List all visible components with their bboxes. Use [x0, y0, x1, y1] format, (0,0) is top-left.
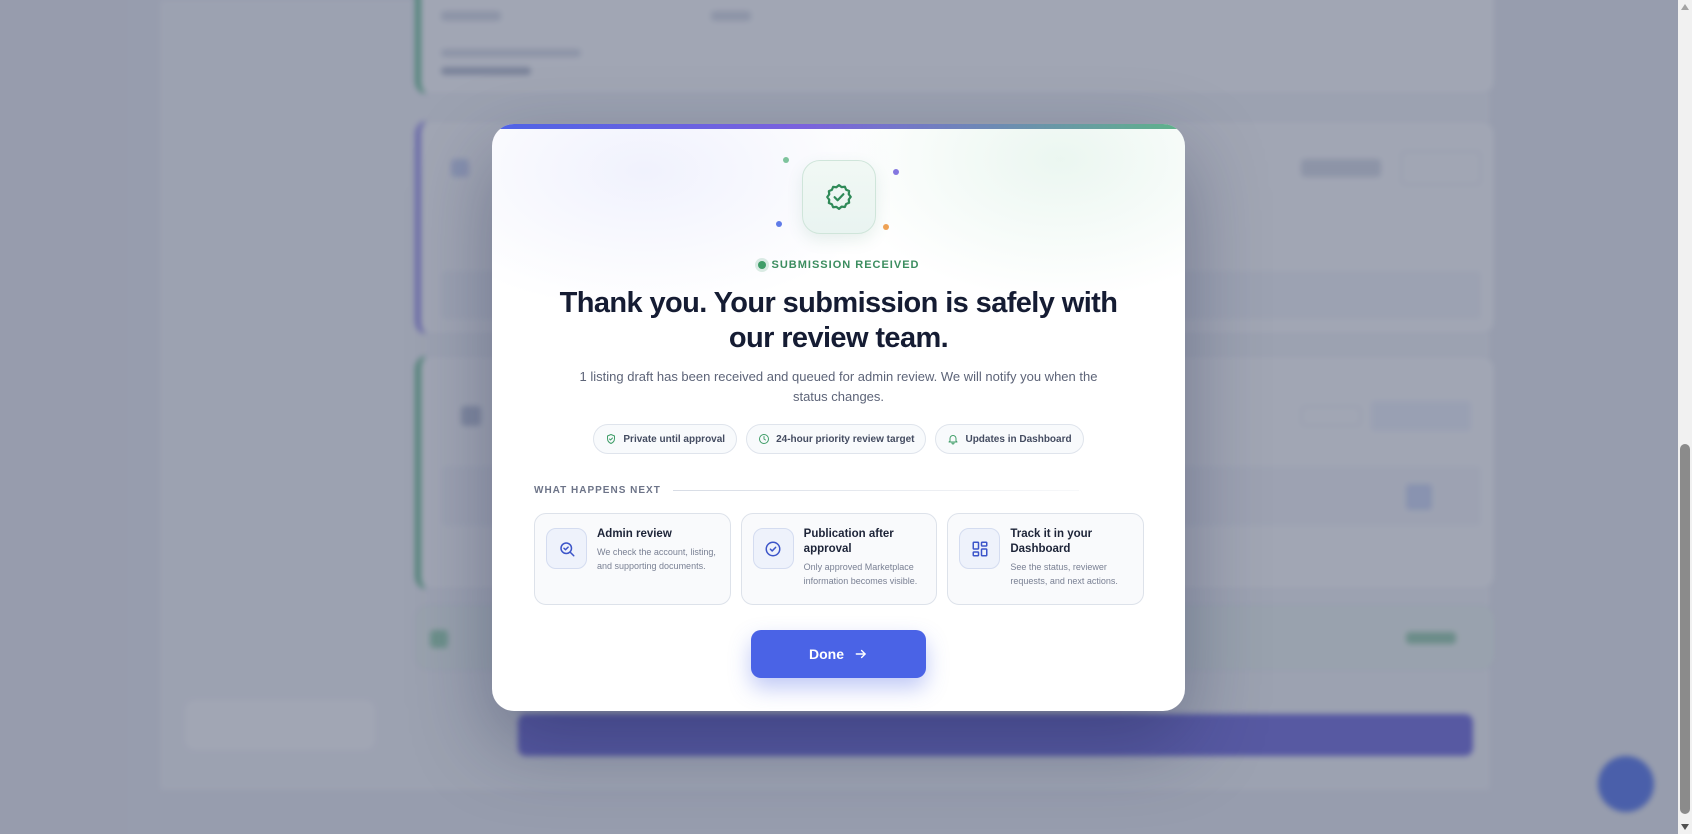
step-description: Only approved Marketplace information be… — [803, 562, 918, 586]
arrow-right-icon — [855, 649, 866, 659]
modal-subtitle: 1 listing draft has been received and qu… — [579, 369, 1098, 404]
step-description: We check the account, listing, and suppo… — [597, 547, 716, 571]
circle-check-icon — [765, 541, 781, 556]
step-title: Admin review — [597, 528, 672, 540]
submission-success-modal: SUBMISSION RECEIVED Thank you. Your subm… — [492, 124, 1185, 711]
step-card-dashboard: Track it in your Dashboard See the statu… — [947, 513, 1145, 605]
decor-dot — [776, 221, 782, 227]
decor-dot — [893, 169, 899, 175]
decor-dot — [883, 224, 889, 230]
chip-private: Private until approval — [593, 424, 738, 454]
scroll-down-arrow-icon[interactable] — [1681, 824, 1689, 830]
decor-dot — [783, 157, 789, 163]
chip-review-target: 24-hour priority review target — [746, 424, 927, 454]
next-steps-heading-row: WHAT HAPPENS NEXT — [534, 485, 1079, 496]
done-button-label: Done — [809, 646, 844, 662]
step-title: Publication after approval — [803, 528, 894, 555]
shield-check-icon — [607, 434, 616, 444]
success-badge — [802, 160, 876, 234]
step-icon-box — [546, 528, 587, 569]
next-steps-heading: WHAT HAPPENS NEXT — [534, 485, 661, 496]
step-card-admin-review: Admin review We check the account, listi… — [534, 513, 731, 605]
status-dot — [757, 261, 766, 269]
dashboard-grid-icon — [972, 541, 988, 556]
next-steps-list: Admin review We check the account, listi… — [534, 513, 1145, 605]
done-button[interactable]: Done — [751, 630, 926, 678]
step-icon-box — [959, 528, 1001, 569]
clock-icon — [759, 434, 770, 444]
chip-label: Updates in Dashboard — [965, 433, 1072, 445]
step-card-publication: Publication after approval Only approved… — [740, 513, 938, 605]
page-scrollbar[interactable] — [1678, 0, 1692, 834]
divider — [672, 490, 1079, 491]
scroll-up-arrow-icon[interactable] — [1681, 4, 1689, 10]
search-check-icon — [559, 541, 574, 556]
scrollbar-thumb[interactable] — [1680, 444, 1690, 814]
modal-accent-bar — [492, 124, 1185, 129]
info-chips: Private until approval 24-hour priority … — [492, 424, 1185, 454]
verified-badge-icon — [826, 184, 852, 210]
status-label: SUBMISSION RECEIVED — [771, 259, 920, 271]
step-description: See the status, reviewer requests, and n… — [1010, 562, 1118, 586]
step-title: Track it in your Dashboard — [1010, 528, 1093, 555]
chip-label: 24-hour priority review target — [776, 433, 915, 445]
bell-icon — [948, 435, 958, 445]
status-indicator: SUBMISSION RECEIVED — [492, 259, 1185, 271]
modal-title: Thank you. Your submission is safely wit… — [559, 287, 1118, 354]
step-icon-box — [752, 528, 794, 569]
chip-label: Private until approval — [623, 433, 726, 445]
chip-dashboard-updates: Updates in Dashboard — [935, 424, 1084, 454]
